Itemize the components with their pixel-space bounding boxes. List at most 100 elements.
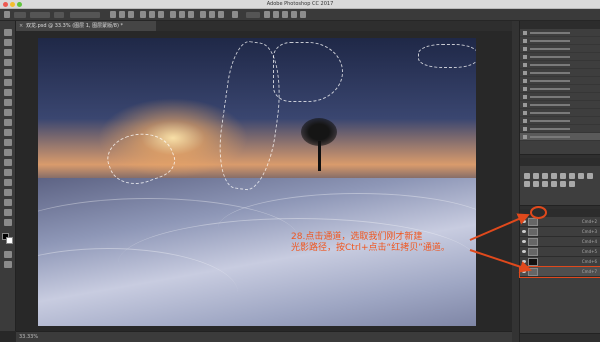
auto-align-icon[interactable] [232,11,238,18]
history-item[interactable] [520,77,600,85]
brush-tool-icon[interactable] [4,99,12,106]
brightness-icon[interactable] [524,173,530,179]
eye-icon[interactable] [522,250,526,253]
channel-thumbnail [528,268,538,276]
channel-thumbnail [528,228,538,236]
option-button[interactable] [54,12,64,18]
history-step-icon [523,119,527,123]
history-item[interactable] [520,53,600,61]
black-white-icon[interactable] [587,173,593,179]
color-balance-icon[interactable] [578,173,584,179]
history-item-label [530,136,570,138]
pen-tool-icon[interactable] [4,169,12,176]
channel-row[interactable]: Cmd+6 [520,257,600,267]
history-panel-title[interactable] [520,21,600,29]
3d-scale-icon[interactable] [300,11,306,18]
shape-tool-icon[interactable] [4,199,12,206]
screen-mode-icon[interactable] [4,261,12,268]
threshold-icon[interactable] [560,181,566,187]
history-item[interactable] [520,85,600,93]
option-checkbox[interactable] [70,12,100,18]
history-item[interactable] [520,29,600,37]
history-brush-tool-icon[interactable] [4,119,12,126]
history-item[interactable] [520,61,600,69]
history-item[interactable] [520,133,600,141]
eraser-tool-icon[interactable] [4,129,12,136]
channel-mixer-icon[interactable] [533,181,539,187]
option-field[interactable] [30,12,50,18]
history-item[interactable] [520,69,600,77]
history-item[interactable] [520,125,600,133]
history-item[interactable] [520,37,600,45]
3d-roll-icon[interactable] [273,11,279,18]
quick-mask-icon[interactable] [4,251,12,258]
align-icon[interactable] [149,11,155,18]
align-icon[interactable] [128,11,134,18]
distribute-icon[interactable] [188,11,194,18]
healing-tool-icon[interactable] [4,89,12,96]
distribute-icon[interactable] [200,11,206,18]
history-item[interactable] [520,45,600,53]
close-tab-icon[interactable]: × [19,21,23,31]
hand-tool-icon[interactable] [4,209,12,216]
zoom-tool-icon[interactable] [4,219,12,226]
channel-row[interactable]: Cmd+4 [520,237,600,247]
eye-icon[interactable] [522,260,526,263]
eye-icon[interactable] [522,220,526,223]
channel-row[interactable]: Cmd+5 [520,247,600,257]
align-icon[interactable] [119,11,125,18]
vibrance-icon[interactable] [560,173,566,179]
gradient-map-icon[interactable] [569,181,575,187]
align-icon[interactable] [110,11,116,18]
eye-icon[interactable] [522,240,526,243]
gradient-tool-icon[interactable] [4,139,12,146]
crop-tool-icon[interactable] [4,69,12,76]
channel-row[interactable]: Cmd+2 [520,217,600,227]
history-item[interactable] [520,109,600,117]
distribute-icon[interactable] [209,11,215,18]
dodge-tool-icon[interactable] [4,159,12,166]
history-step-icon [523,95,527,99]
channel-row[interactable]: Cmd+7 [519,266,600,278]
type-tool-icon[interactable] [4,179,12,186]
zoom-level[interactable]: 33.33% [19,332,38,342]
3d-drag-icon[interactable] [282,11,288,18]
3d-rotate-icon[interactable] [264,11,270,18]
distribute-icon[interactable] [218,11,224,18]
distribute-icon[interactable] [179,11,185,18]
tool-preset-icon[interactable] [4,11,10,18]
document-image[interactable] [38,38,476,326]
canvas-area[interactable] [16,31,512,331]
curves-icon[interactable] [542,173,548,179]
option-toggle[interactable] [14,12,26,18]
background-color-swatch[interactable] [6,237,13,244]
invert-icon[interactable] [542,181,548,187]
posterize-icon[interactable] [551,181,557,187]
hue-icon[interactable] [569,173,575,179]
3d-slide-icon[interactable] [291,11,297,18]
eyedropper-tool-icon[interactable] [4,79,12,86]
eye-icon[interactable] [522,230,526,233]
channel-row[interactable]: Cmd+3 [520,227,600,237]
levels-icon[interactable] [533,173,539,179]
stamp-tool-icon[interactable] [4,109,12,116]
history-item[interactable] [520,93,600,101]
align-icon[interactable] [140,11,146,18]
marquee-tool-icon[interactable] [4,39,12,46]
distribute-icon[interactable] [170,11,176,18]
history-item[interactable] [520,101,600,109]
app-title: Adobe Photoshop CC 2017 [266,1,334,7]
align-icon[interactable] [158,11,164,18]
quick-select-tool-icon[interactable] [4,59,12,66]
lasso-tool-icon[interactable] [4,49,12,56]
path-select-tool-icon[interactable] [4,189,12,196]
move-tool-icon[interactable] [4,29,12,36]
blur-tool-icon[interactable] [4,149,12,156]
history-item-label [530,40,570,42]
history-item[interactable] [520,117,600,125]
photo-filter-icon[interactable] [524,181,530,187]
document-tab[interactable]: × 双龙.psd @ 33.3% (图层 1, 图层蒙版/8) * [16,21,156,31]
exposure-icon[interactable] [551,173,557,179]
eye-icon[interactable] [522,270,526,273]
adjustments-panel-title[interactable] [520,158,600,166]
